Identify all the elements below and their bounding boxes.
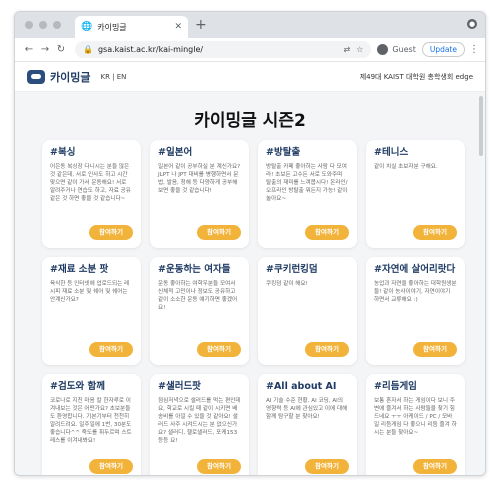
join-button[interactable]: 참여하기	[413, 225, 457, 240]
profile-button[interactable]: Guest	[377, 44, 416, 55]
browser-window: 🌐 카이밍글 ✕ + ● ← → ↻ 🔒 gsa.kaist.ac.kr/kai…	[14, 11, 486, 476]
join-button[interactable]: 참여하기	[197, 342, 241, 357]
club-card-title: #검도와 함께	[50, 381, 105, 392]
club-card-title: #방탈출	[266, 147, 301, 158]
join-button[interactable]: 참여하기	[89, 225, 133, 240]
club-card-title: #복싱	[50, 147, 76, 158]
club-card[interactable]: #재료 소분 팟육식한 등 인터넷에 업로드되는 레시피 재료 소분 및 쉐어 …	[42, 257, 141, 365]
update-label: Update	[429, 45, 457, 54]
join-button[interactable]: 참여하기	[89, 342, 133, 357]
translate-icon[interactable]: ⇄	[343, 45, 350, 54]
club-card-description: 육식한 등 인터넷에 업로드되는 레시피 재료 소분 및 쉐어 및 쉐어는 안계…	[50, 281, 130, 303]
club-card-title: #쿠키런킹덤	[266, 264, 318, 275]
club-card-title: #자연에 살어리랏다	[374, 264, 456, 275]
forward-icon[interactable]: →	[37, 44, 53, 55]
url-text: gsa.kaist.ac.kr/kai-mingle/	[97, 45, 204, 54]
club-card-title: #All about AI	[266, 381, 337, 392]
window-controls	[25, 21, 61, 29]
join-button[interactable]: 참여하기	[89, 459, 133, 474]
club-card[interactable]: #쿠키런킹덤쿠킹덤 같이 해요! 참여하기	[258, 257, 357, 365]
club-card-description: 보통 혼자서 하는 게임이다 보니 주변에 즐겨서 하는 사람들을 찾기 힘드네…	[374, 398, 457, 436]
site-header: 카이밍글 KR | EN 제49대 KAIST 대학원 총학생회 edge	[15, 62, 485, 92]
window-menu-icon[interactable]: ●	[467, 19, 477, 29]
club-card-description: 점심저녁으로 샐러드를 먹는 편인데요, 학교로 시킬 때 같이 시키면 배송비…	[158, 398, 241, 444]
club-card-description: 운동 좋아하는 여학우분들 모여서 신체적 고민이나 정보도 공유하고 같이 소…	[158, 281, 238, 311]
language-switch[interactable]: KR | EN	[100, 73, 126, 81]
join-button[interactable]: 참여하기	[305, 459, 349, 474]
kebab-menu-icon[interactable]: ⋮	[469, 44, 479, 55]
club-card[interactable]: #샐러드팟점심저녁으로 샐러드를 먹는 편인데요, 학교로 시킬 때 같이 시키…	[150, 374, 249, 475]
club-card-description: AI 기술 수준 현황, AI 코딩, AI의 영향력 등 AI에 관심있고 이…	[266, 398, 348, 420]
bookmark-star-icon[interactable]: ☆	[356, 45, 363, 54]
join-button[interactable]: 참여하기	[413, 342, 457, 357]
club-card-description: 코로나로 지친 마음 칼 한자루로 이겨내보는 것은 어떤가요? 초보분들도 환…	[50, 398, 132, 444]
logo-icon[interactable]	[27, 69, 45, 84]
club-card-description: 어은동 복싱장 다니시는 분들 많은 것 같은데, 서로 인사도 하고 시간 맞…	[50, 164, 131, 202]
club-card-title: #일본어	[158, 147, 193, 158]
join-button[interactable]: 참여하기	[305, 342, 349, 357]
club-card-title: #테니스	[374, 147, 409, 158]
club-card[interactable]: #All about AI AI 기술 수준 현황, AI 코딩, AI의 영향력…	[258, 374, 357, 475]
club-card-grid: #복싱어은동 복싱장 다니시는 분들 많은 것 같은데, 서로 인사도 하고 시…	[15, 140, 485, 475]
join-button[interactable]: 참여하기	[413, 459, 457, 474]
club-card-description: 쿠킹덤 같이 해요!	[266, 281, 308, 287]
globe-icon: 🌐	[81, 22, 93, 32]
close-window-dot[interactable]	[25, 21, 33, 29]
browser-tab[interactable]: 🌐 카이밍글 ✕	[75, 16, 188, 38]
avatar-icon	[377, 44, 389, 55]
minimize-window-dot[interactable]	[39, 21, 47, 29]
council-name: 제49대 KAIST 대학원 총학생회 edge	[359, 72, 473, 81]
club-card-title: #운동하는 여자들	[158, 264, 231, 275]
join-button[interactable]: 참여하기	[197, 225, 241, 240]
join-button[interactable]: 참여하기	[305, 225, 349, 240]
club-card[interactable]: #자연에 살어리랏다농업과 자연을 좋아하는 대학원생분들! 같이 농사이야기,…	[366, 257, 465, 365]
lock-icon: 🔒	[83, 45, 93, 54]
club-card[interactable]: #방탈출방탈출 카페 좋아하는 사람 다 모여라! 초보든 고수든 서로 도와주…	[258, 140, 357, 248]
update-button[interactable]: Update	[421, 42, 465, 57]
tab-bar: 🌐 카이밍글 ✕ + ●	[15, 12, 485, 38]
close-tab-icon[interactable]: ✕	[174, 22, 182, 32]
logo-text[interactable]: 카이밍글	[50, 69, 90, 85]
club-card-title: #재료 소분 팟	[50, 264, 109, 275]
club-card[interactable]: #복싱어은동 복싱장 다니시는 분들 많은 것 같은데, 서로 인사도 하고 시…	[42, 140, 141, 248]
club-card[interactable]: #테니스같이 치실 초보자분 구해요. 참여하기	[366, 140, 465, 248]
club-card-description: 일본어 같이 공부하실 분 계신가요? JLPT 나 JPT 대비를 병행하면서…	[158, 164, 241, 194]
scrollbar[interactable]	[479, 96, 483, 156]
maximize-window-dot[interactable]	[53, 21, 61, 29]
club-card[interactable]: #리듬게임보통 혼자서 하는 게임이다 보니 주변에 즐겨서 하는 사람들을 찾…	[366, 374, 465, 475]
join-button[interactable]: 참여하기	[197, 459, 241, 474]
club-card[interactable]: #운동하는 여자들운동 좋아하는 여학우분들 모여서 신체적 고민이나 정보도 …	[150, 257, 249, 365]
club-card-description: 방탈출 카페 좋아하는 사람 다 모여라! 초보든 고수든 서로 도와주며 탈출…	[266, 164, 348, 202]
reload-icon[interactable]: ↻	[53, 44, 69, 55]
main-content: 카이밍글 시즌2 #복싱어은동 복싱장 다니시는 분들 많은 것 같은데, 서로…	[15, 92, 485, 475]
address-toolbar: ← → ↻ 🔒 gsa.kaist.ac.kr/kai-mingle/ ⇄ ☆ …	[15, 38, 485, 62]
new-tab-button[interactable]: +	[195, 17, 207, 33]
club-card[interactable]: #검도와 함께코로나로 지친 마음 칼 한자루로 이겨내보는 것은 어떤가요? …	[42, 374, 141, 475]
back-icon[interactable]: ←	[21, 44, 37, 55]
profile-label: Guest	[392, 45, 416, 54]
address-bar[interactable]: 🔒 gsa.kaist.ac.kr/kai-mingle/ ⇄ ☆	[75, 41, 372, 58]
club-card[interactable]: #일본어일본어 같이 공부하실 분 계신가요? JLPT 나 JPT 대비를 병…	[150, 140, 249, 248]
club-card-description: 같이 치실 초보자분 구해요.	[374, 164, 438, 170]
club-card-title: #샐러드팟	[158, 381, 201, 392]
tab-title: 카이밍글	[97, 22, 127, 32]
club-card-title: #리듬게임	[374, 381, 417, 392]
club-card-description: 농업과 자연을 좋아하는 대학원생분들! 같이 농사이야기, 자연이야기 하면서…	[374, 281, 457, 303]
page-title: 카이밍글 시즌2	[194, 111, 306, 131]
